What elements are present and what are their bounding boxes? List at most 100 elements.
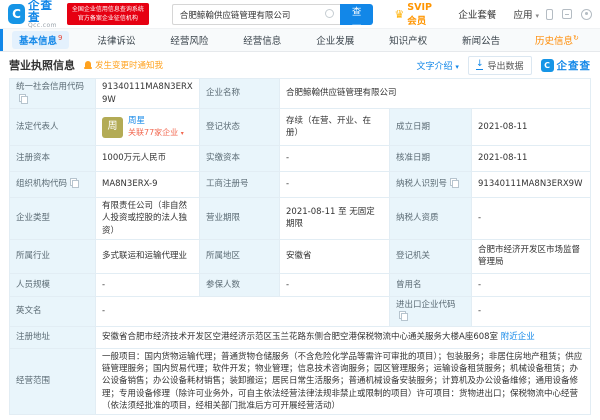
staff-size-label: 人员规模 <box>10 273 96 296</box>
section-title: 营业执照信息 <box>9 57 75 73</box>
related-companies-link[interactable]: 关联77家企业 ▾ <box>128 127 184 139</box>
english-name-value: - <box>96 296 390 326</box>
qcc-logo[interactable]: C 企查查 Qcc.com <box>8 0 60 29</box>
company-type-value: 有限责任公司（非自然人投资或控股的法人独资） <box>96 198 200 240</box>
table-row: 注册地址 安徽省合肥市经济技术开发区空港经济示范区玉兰花路东侧合肥空港保税物流中… <box>10 326 591 348</box>
bell-icon <box>84 61 92 70</box>
approval-date-label: 核准日期 <box>390 146 472 172</box>
reg-capital-label: 注册资本 <box>10 146 96 172</box>
est-date-label: 成立日期 <box>390 109 472 146</box>
company-type-label: 企业类型 <box>10 198 96 240</box>
business-scope-value: 一般项目：国内货物运输代理；普通货物仓储服务（不含危险化学品等需许可审批的项目）… <box>96 348 591 415</box>
biz-reg-no-value: - <box>280 172 390 198</box>
region-label: 所属地区 <box>200 239 280 273</box>
address-cell: 安徽省合肥市经济技术开发区空港经济示范区玉兰花路东侧合肥空港保税物流中心通关服务… <box>96 326 591 348</box>
business-scope-label: 经营范围 <box>10 348 96 415</box>
section-header: 营业执照信息 发生变更时通知我 文字介绍 ▾ ↓ 导出数据 C 企查查 <box>0 52 600 78</box>
taxpayer-id-value: 91340111MA8N3ERX9W <box>472 172 591 198</box>
business-license-table: 统一社会信用代码 91340111MA8N3ERX9W 企业名称 合肥鲸翰供应链… <box>9 78 591 415</box>
reg-capital-value: 1000万元人民币 <box>96 146 200 172</box>
company-name-value: 合肥鲸翰供应链管理有限公司 <box>280 79 591 109</box>
taxpayer-quality-value: - <box>472 198 591 240</box>
org-code-label: 组织机构代码 <box>10 172 96 198</box>
mobile-app-icon[interactable] <box>546 9 553 20</box>
biz-term-value: 2021-08-11 至 无固定期限 <box>280 198 390 240</box>
copy-icon[interactable] <box>450 178 458 187</box>
reg-status-value: 存续（在营、开业、在册） <box>280 109 390 146</box>
paid-capital-label: 实缴资本 <box>200 146 280 172</box>
credit-code-value: 91340111MA8N3ERX9W <box>96 79 200 109</box>
table-row: 统一社会信用代码 91340111MA8N3ERX9W 企业名称 合肥鲸翰供应链… <box>10 79 591 109</box>
english-name-label: 英文名 <box>10 296 96 326</box>
nearby-companies-link[interactable]: 附近企业 <box>501 332 535 342</box>
taxpayer-id-label: 纳税人识别号 <box>390 172 472 198</box>
tab-news-announcements[interactable]: 新闻公告 <box>455 31 507 49</box>
tab-company-development[interactable]: 企业发展 <box>309 31 361 49</box>
credit-code-label: 统一社会信用代码 <box>10 79 96 109</box>
qcc-watermark: C 企查查 <box>541 58 592 73</box>
table-row: 所属行业 多式联运和运输代理业 所属地区 安徽省 登记机关 合肥市经济开发区市场… <box>10 239 591 273</box>
text-intro-dropdown[interactable]: 文字介绍 ▾ <box>417 59 459 72</box>
approval-date-value: 2021-08-11 <box>472 146 591 172</box>
copy-icon[interactable] <box>70 178 78 187</box>
enterprise-package-link[interactable]: 企业套餐 <box>458 7 496 21</box>
chevron-down-icon: ▾ <box>181 130 184 137</box>
table-row: 法定代表人 周 周星 关联77家企业 ▾ 登记状态 存续（在营、开业、在册） 成… <box>10 109 591 146</box>
tab-operation-risk[interactable]: 经营风险 <box>163 31 215 49</box>
download-icon: ↓ <box>476 60 484 69</box>
biz-reg-no-label: 工商注册号 <box>200 172 280 198</box>
search-button[interactable]: 查一下 <box>340 4 374 25</box>
apps-menu[interactable]: 应用 ▾ <box>513 7 539 21</box>
top-bar: C 企查查 Qcc.com 全国企业信用信息查询系统 官方备案企业征信机构 查一… <box>0 0 600 28</box>
reg-status-label: 登记状态 <box>200 109 280 146</box>
table-row: 经营范围 一般项目：国内货物运输代理；普通货物仓储服务（不含危险化学品等需许可审… <box>10 348 591 415</box>
camera-search-icon[interactable] <box>325 9 334 18</box>
tab-intellectual-property[interactable]: 知识产权 <box>382 31 434 49</box>
svip-membership-link[interactable]: ♛ SVIP会员 <box>394 2 441 27</box>
import-export-code-value: - <box>472 296 591 326</box>
tab-legal-litigation[interactable]: 法律诉讼 <box>90 31 142 49</box>
paid-capital-value: - <box>280 146 390 172</box>
reg-authority-value: 合肥市经济开发区市场监督管理局 <box>472 239 591 273</box>
qcc-logo-icon: C <box>8 4 25 24</box>
staff-size-value: - <box>96 273 200 296</box>
tab-basic-info[interactable]: 基本信息9 <box>12 31 69 49</box>
tab-operation-info[interactable]: 经营信息 <box>236 31 288 49</box>
copy-icon[interactable] <box>19 94 27 103</box>
search-bar: 查一下 <box>172 3 374 26</box>
change-notify-link[interactable]: 发生变更时通知我 <box>84 59 163 71</box>
taxpayer-quality-label: 纳税人资质 <box>390 198 472 240</box>
legal-rep-avatar[interactable]: 周 <box>102 117 123 138</box>
biz-term-label: 营业期限 <box>200 198 280 240</box>
former-name-label: 曾用名 <box>390 273 472 296</box>
industry-label: 所属行业 <box>10 239 96 273</box>
reg-authority-label: 登记机关 <box>390 239 472 273</box>
address-label: 注册地址 <box>10 326 96 348</box>
chevron-down-icon: ▾ <box>535 12 539 20</box>
region-value: 安徽省 <box>280 239 390 273</box>
tab-count-badge: 9 <box>58 34 62 42</box>
copy-icon[interactable] <box>399 311 407 320</box>
tab-nav: 基本信息9 法律诉讼 经营风险 经营信息 企业发展 知识产权 新闻公告 历史信息… <box>0 28 600 52</box>
industry-value: 多式联运和运输代理业 <box>96 239 200 273</box>
table-row: 英文名 - 进出口企业代码 - <box>10 296 591 326</box>
qcc-mini-logo-icon: C <box>541 59 554 72</box>
chevron-down-icon: ▾ <box>455 63 459 71</box>
table-row: 企业类型 有限责任公司（非自然人投资或控股的法人独资） 营业期限 2021-08… <box>10 198 591 240</box>
export-data-button[interactable]: ↓ 导出数据 <box>468 56 532 75</box>
legal-rep-label: 法定代表人 <box>10 109 96 146</box>
former-name-value: - <box>472 273 591 296</box>
legal-rep-name-link[interactable]: 周星 <box>128 115 184 127</box>
grid-menu-icon[interactable] <box>562 9 572 19</box>
top-right-icons <box>546 9 592 20</box>
table-row: 人员规模 - 参保人数 - 曾用名 - <box>10 273 591 296</box>
legal-rep-cell: 周 周星 关联77家企业 ▾ <box>96 109 200 146</box>
import-export-code-label: 进出口企业代码 <box>390 296 472 326</box>
official-certification-badge: 全国企业信用信息查询系统 官方备案企业征信机构 <box>67 3 149 25</box>
est-date-value: 2021-08-11 <box>472 109 591 146</box>
tab-history-info[interactable]: 历史信息↻ <box>528 31 586 49</box>
insured-count-label: 参保人数 <box>200 273 280 296</box>
company-name-label: 企业名称 <box>200 79 280 109</box>
search-input[interactable] <box>172 4 340 25</box>
user-avatar-icon[interactable] <box>581 9 592 20</box>
